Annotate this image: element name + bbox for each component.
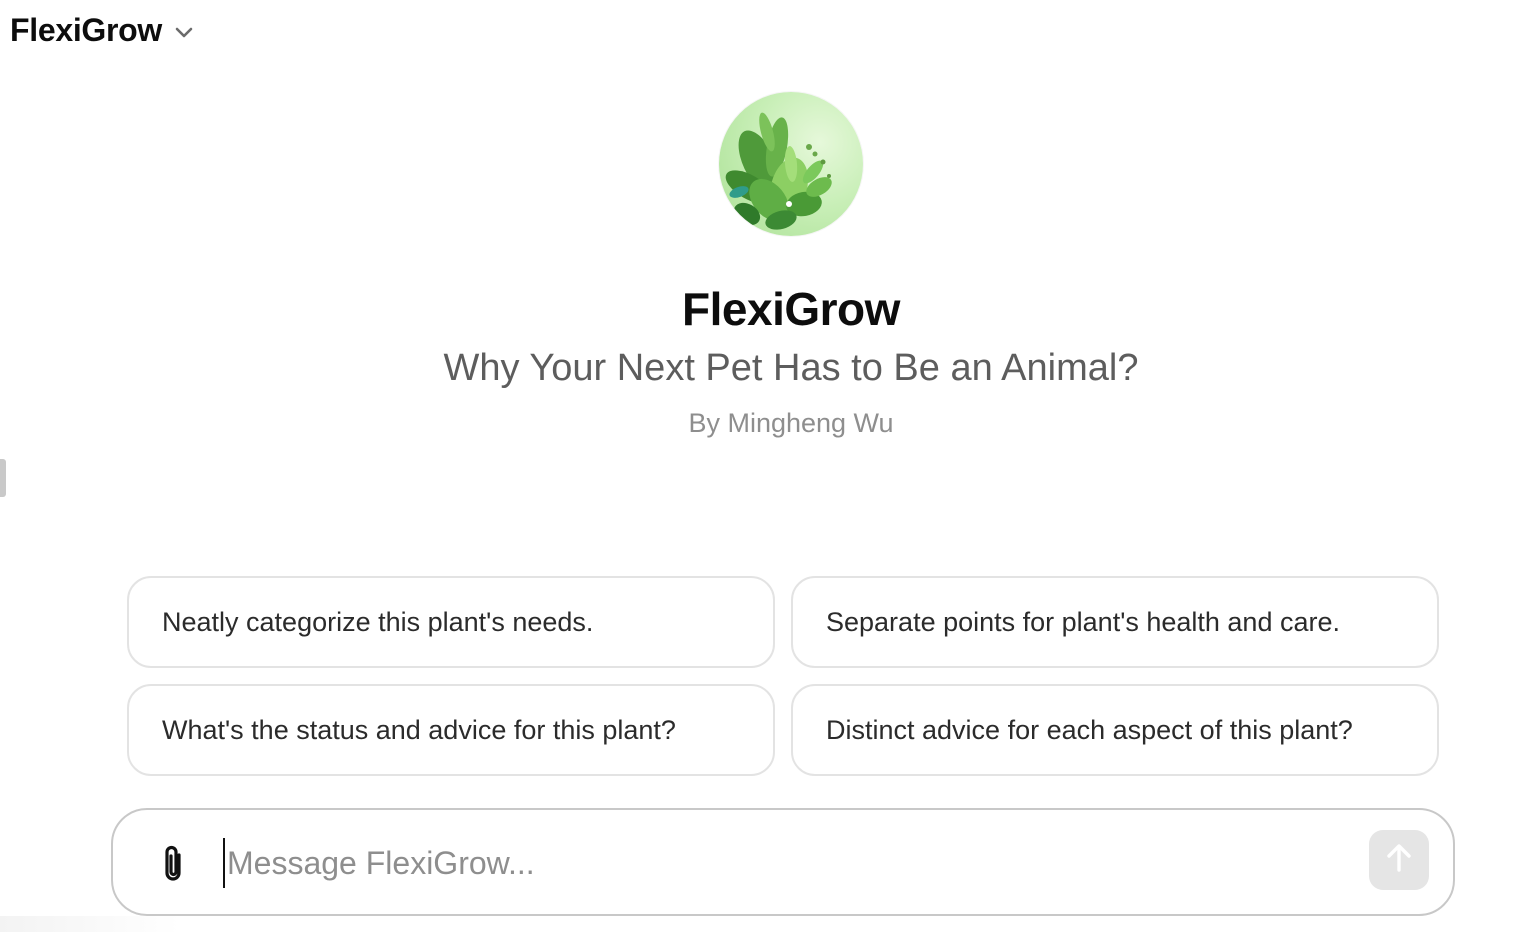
bottom-edge-shadow	[0, 916, 180, 932]
gpt-title: FlexiGrow	[682, 283, 900, 335]
suggestion-card[interactable]: Separate points for plant's health and c…	[791, 576, 1439, 668]
sidebar-toggle-handle[interactable]	[0, 459, 6, 497]
send-button[interactable]	[1369, 830, 1429, 890]
chevron-down-icon	[174, 23, 194, 43]
suggestion-grid: Neatly categorize this plant's needs. Se…	[127, 576, 1439, 776]
suggestion-card[interactable]: What's the status and advice for this pl…	[127, 684, 775, 776]
gpt-author: By Mingheng Wu	[688, 408, 894, 438]
arrow-up-icon	[1384, 842, 1414, 879]
chat-page: FlexiGrow FlexiGrow Why Your Next Pet Ha…	[0, 0, 1518, 932]
paperclip-icon[interactable]	[153, 840, 193, 888]
message-input[interactable]	[223, 838, 1357, 888]
model-name: FlexiGrow	[10, 12, 163, 48]
suggestion-card[interactable]: Neatly categorize this plant's needs.	[127, 576, 775, 668]
suggestion-card[interactable]: Distinct advice for each aspect of this …	[791, 684, 1439, 776]
gpt-avatar	[719, 92, 863, 236]
model-selector[interactable]: FlexiGrow	[10, 12, 194, 49]
message-composer	[111, 808, 1455, 916]
gpt-description: Why Your Next Pet Has to Be an Animal?	[443, 347, 1139, 389]
